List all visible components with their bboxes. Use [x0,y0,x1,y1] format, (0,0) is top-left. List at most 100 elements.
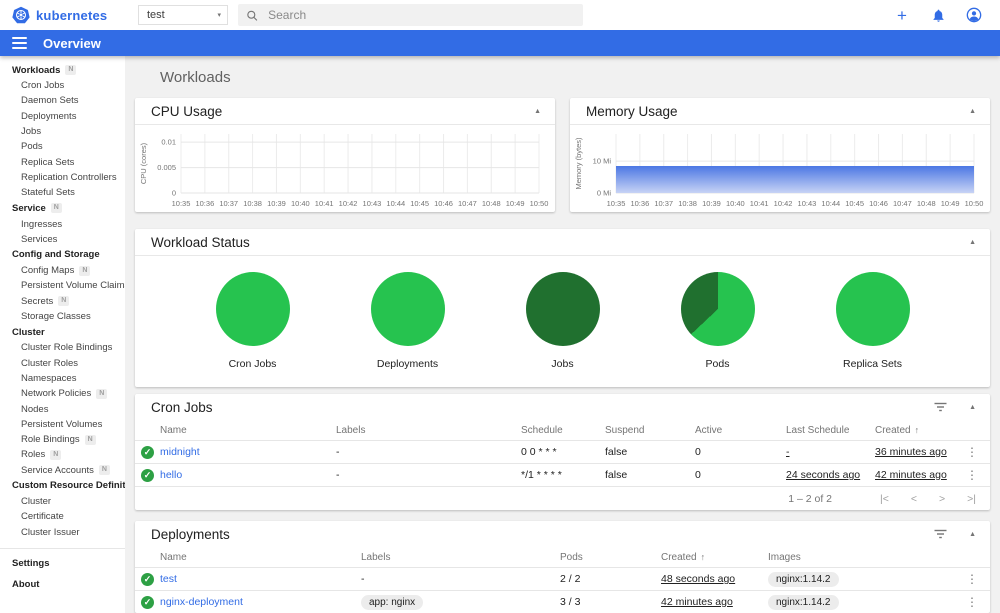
svg-text:10:43: 10:43 [363,199,382,208]
sidebar-item-pods[interactable]: Pods [0,139,125,154]
sidebar-item-roles[interactable]: Roles N [0,447,125,462]
pie-chart-deployments[interactable] [370,272,445,346]
new-badge: N [84,434,96,445]
account-button[interactable] [964,5,984,25]
first-page-button[interactable]: |< [880,493,889,505]
sidebar-item-cluster-issuer[interactable]: Cluster Issuer [0,524,125,539]
sidebar-item-storage-classes[interactable]: Storage Classes [0,309,125,324]
column-header-labels[interactable]: Labels [336,425,521,436]
cron-job-name-link[interactable]: midnight [160,446,336,458]
column-header-images[interactable]: Images [768,552,965,563]
svg-text:0.005: 0.005 [157,163,176,172]
search-input[interactable] [268,8,575,22]
last-schedule-cell: - [786,446,790,458]
schedule-cell: 0 0 * * * [521,446,557,458]
sidebar-item-replica-sets[interactable]: Replica Sets [0,154,125,169]
sidebar-item-cluster-role-bindings[interactable]: Cluster Role Bindings [0,340,125,355]
column-header-labels[interactable]: Labels [361,552,560,563]
sidebar-item-nodes[interactable]: Nodes [0,401,125,416]
sidebar-item-config-maps[interactable]: Config Maps N [0,263,125,278]
memory-chart-svg: Memory (bytes) 10:35 10:36 10:37 10:38 10:39 1… [574,134,983,208]
status-cell: ✓ [135,572,160,586]
new-badge: N [98,465,110,476]
pie-chart-jobs[interactable] [525,272,600,346]
row-menu-icon[interactable]: ⋮ [966,468,978,482]
notifications-button[interactable] [928,5,948,25]
deployment-name-link[interactable]: test [160,573,361,585]
sidebar-item-cluster[interactable]: Cluster [0,494,125,509]
sidebar-item-role-bindings[interactable]: Role Bindings N [0,432,125,447]
sidebar-item-service-accounts[interactable]: Service Accounts N [0,463,125,478]
previous-page-button[interactable]: < [911,493,917,505]
pie-chart-replica-sets[interactable] [835,272,910,346]
cron-job-name-link[interactable]: hello [160,469,336,481]
sidebar-item-namespaces[interactable]: Namespaces [0,371,125,386]
cron-jobs-card: Cron Jobs ▲ Name Labels Schedule Suspend Act… [135,394,990,510]
kubernetes-logo-icon [12,6,30,24]
images-cell: nginx:1.14.2 [768,571,965,587]
menu-icon[interactable] [12,37,27,49]
top-header: kubernetes test ▾ + [0,0,1000,30]
cron-jobs-title: Cron Jobs [151,399,213,415]
column-header-name[interactable]: Name [160,425,336,436]
sidebar-item-jobs[interactable]: Jobs [0,124,125,139]
sidebar-item-about[interactable]: About [0,574,125,595]
svg-text:10:35: 10:35 [607,199,626,208]
sidebar-item-secrets[interactable]: Secrets N [0,294,125,309]
sidebar-item-deployments[interactable]: Deployments [0,109,125,124]
cpu-usage-card: CPU Usage ▲ CPU (cores) 10:35 10:36 10:37 10… [135,98,555,212]
collapse-icon[interactable]: ▲ [969,239,976,246]
deployment-name-link[interactable]: nginx-deployment [160,596,361,608]
namespace-select[interactable]: test ▾ [138,5,228,25]
sidebar-item-network-policies[interactable]: Network Policies N [0,386,125,401]
create-resource-button[interactable]: + [892,5,912,25]
svg-text:10:35: 10:35 [172,199,191,208]
cron-jobs-table: Name Labels Schedule Suspend Active Last Sche… [135,420,990,486]
sidebar-item-ingresses[interactable]: Ingresses [0,216,125,231]
svg-text:10:39: 10:39 [702,199,721,208]
deployments-card-header: Deployments ▲ [135,521,990,547]
workload-pie-jobs: Jobs [493,272,633,370]
kubernetes-logo[interactable]: kubernetes [12,6,124,24]
sidebar-item-certificate[interactable]: Certificate [0,509,125,524]
row-menu-icon[interactable]: ⋮ [966,445,978,459]
new-badge: N [50,203,62,214]
sidebar-item-daemon-sets[interactable]: Daemon Sets [0,93,125,108]
column-header-created[interactable]: Created ↑ [661,552,768,563]
column-header-suspend[interactable]: Suspend [605,425,695,436]
sidebar-item-services[interactable]: Services [0,232,125,247]
filter-icon[interactable] [934,529,947,539]
column-header-schedule[interactable]: Schedule [521,425,605,436]
collapse-icon[interactable]: ▲ [534,108,541,115]
sidebar-item-settings[interactable]: Settings [0,553,125,574]
workload-pie-cron-jobs: Cron Jobs [183,272,323,370]
column-header-created[interactable]: Created ↑ [875,425,965,436]
column-header-active[interactable]: Active [695,425,786,436]
svg-text:10:43: 10:43 [798,199,817,208]
sidebar-item-cluster-roles[interactable]: Cluster Roles [0,355,125,370]
search-bar[interactable] [238,4,583,26]
column-header-last-schedule[interactable]: Last Schedule [786,425,875,436]
sidebar-item-replication-controllers[interactable]: Replication Controllers [0,170,125,185]
last-page-button[interactable]: >| [967,493,976,505]
row-menu-icon[interactable]: ⋮ [966,572,978,586]
pie-chart-cron-jobs[interactable] [215,272,290,346]
sidebar-item-persistent-volumes[interactable]: Persistent Volumes [0,417,125,432]
column-header-pods[interactable]: Pods [560,552,661,563]
row-menu-icon[interactable]: ⋮ [966,595,978,609]
table-row: ✓ nginx-deployment app: nginx 3 / 3 42 minut… [135,590,990,613]
sidebar-item-persistent-volume-claims[interactable]: Persistent Volume ClaimsN [0,278,125,293]
new-badge: N [79,265,91,276]
sidebar-item-cron-jobs[interactable]: Cron Jobs [0,78,125,93]
next-page-button[interactable]: > [939,493,945,505]
column-header-name[interactable]: Name [160,552,361,563]
collapse-icon[interactable]: ▲ [969,531,976,538]
collapse-icon[interactable]: ▲ [969,404,976,411]
filter-icon[interactable] [934,402,947,412]
active-cell: 0 [695,446,701,458]
collapse-icon[interactable]: ▲ [969,108,976,115]
toolbar: Overview [0,30,1000,56]
status-ok-icon: ✓ [141,572,154,586]
pie-chart-pods[interactable] [680,272,755,346]
sidebar-item-stateful-sets[interactable]: Stateful Sets [0,185,125,200]
